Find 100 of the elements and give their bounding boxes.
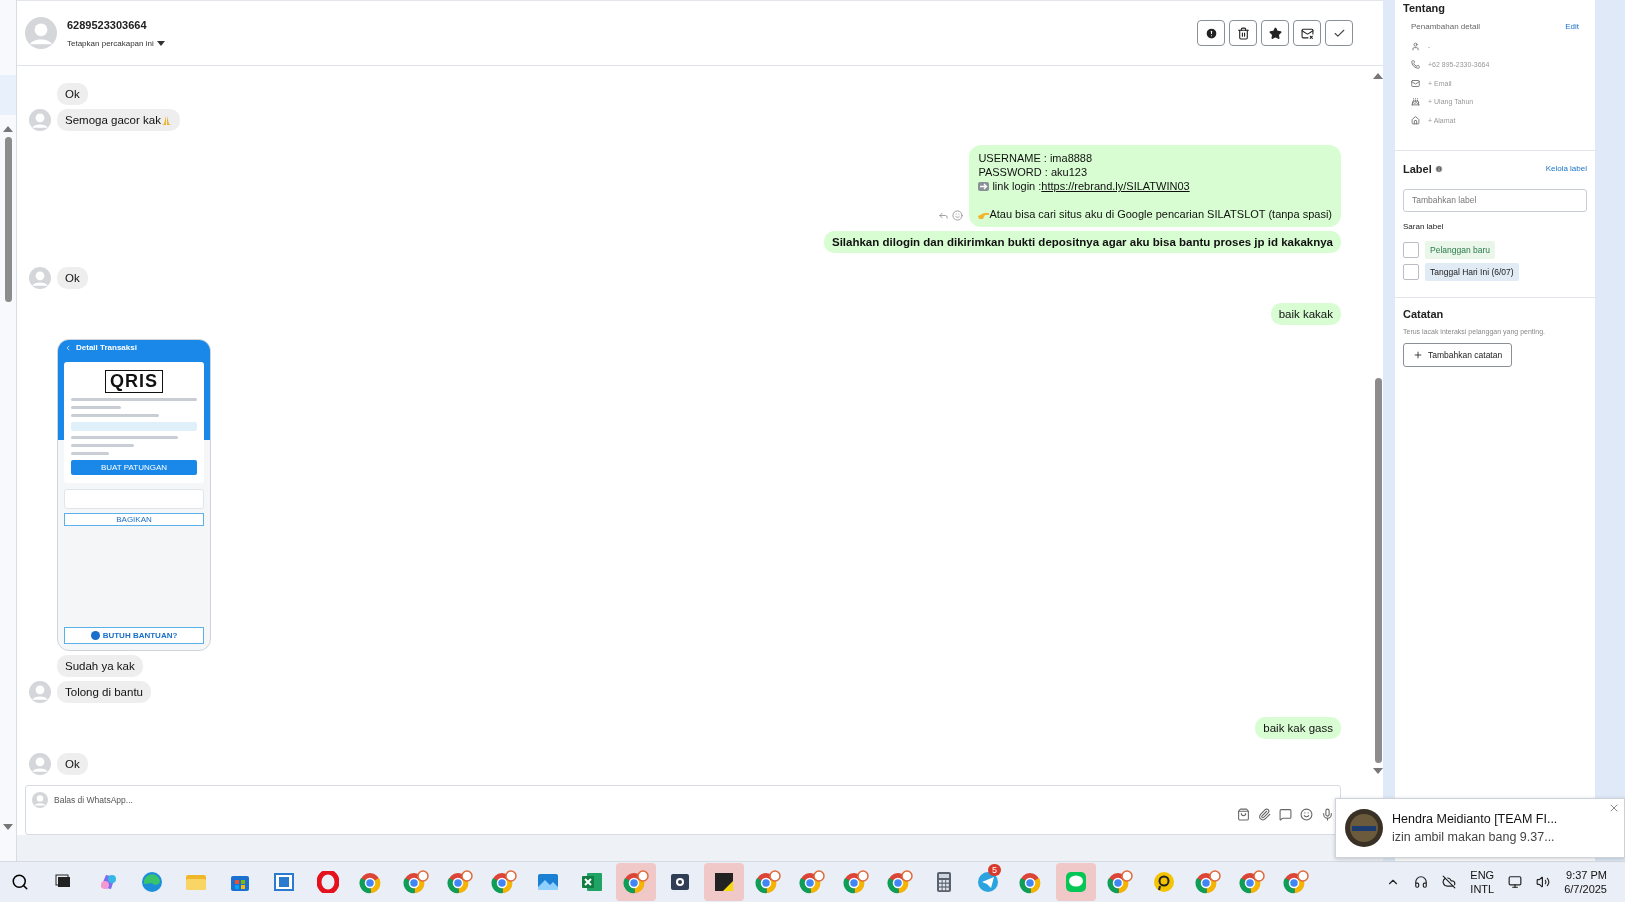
app-icon[interactable]	[1153, 871, 1175, 893]
label-tag[interactable]: Pelanggan baru	[1425, 240, 1496, 259]
chrome-icon[interactable]	[623, 870, 649, 894]
chrome-icon[interactable]	[491, 870, 517, 894]
notification-count: 5	[988, 864, 1001, 876]
window-icon[interactable]	[273, 871, 295, 893]
close-icon[interactable]	[1608, 802, 1620, 814]
label-checkbox[interactable]	[1403, 241, 1419, 258]
chrome-icon[interactable]	[755, 870, 781, 894]
telegram-icon[interactable]	[977, 871, 999, 893]
manage-labels-link[interactable]: Kelola label	[1545, 164, 1587, 173]
star-button[interactable]	[1261, 20, 1289, 46]
assign-dropdown[interactable]: Tetapkan percakapan ini	[67, 38, 165, 48]
paperclip-icon[interactable]	[1258, 808, 1271, 821]
clock[interactable]: 9:37 PM 6/7/2025	[1564, 868, 1607, 896]
chrome-icon[interactable]	[1107, 870, 1133, 894]
chat-icon[interactable]	[1279, 808, 1292, 821]
label-input[interactable]: Tambahkan label	[1403, 188, 1587, 212]
avatar-icon	[29, 681, 51, 703]
star-icon	[1268, 26, 1282, 40]
chrome-icon[interactable]	[1239, 870, 1265, 894]
avatar-icon	[29, 753, 51, 775]
badge-logo-icon	[1344, 808, 1384, 848]
chrome-icon[interactable]	[447, 870, 473, 894]
section-title: Tentang	[1403, 2, 1446, 14]
microphone-icon[interactable]	[1321, 808, 1334, 821]
edit-link[interactable]: Edit	[1565, 22, 1579, 31]
app-icon[interactable]	[669, 871, 691, 893]
scroll-down-icon[interactable]	[3, 823, 13, 831]
scroll-up-icon[interactable]	[3, 125, 13, 133]
scrollbar-thumb[interactable]	[4, 137, 12, 302]
message-bubble: Semoga gacor kak	[57, 109, 180, 131]
screenshot-help: BUTUH BANTUAN?	[64, 627, 204, 644]
section-subtitle: Penambahan detail	[1411, 22, 1480, 31]
message-bubble: baik kakak	[1270, 303, 1341, 325]
arrow-icon	[978, 181, 990, 191]
cake-icon	[1411, 97, 1420, 107]
caret-icon	[156, 40, 165, 46]
message-line: USERNAME : ima8888	[978, 151, 1093, 165]
screenshot-share: BAGIKAN	[64, 513, 204, 526]
network-icon[interactable]	[1508, 875, 1523, 889]
chrome-icon[interactable]	[1195, 870, 1221, 894]
mail-icon	[1411, 78, 1420, 88]
cloud-off-icon[interactable]	[1442, 875, 1457, 889]
language-indicator[interactable]: ENG INTL	[1470, 868, 1495, 896]
alert-button[interactable]	[1197, 20, 1225, 46]
spreadsheet-icon[interactable]	[581, 871, 603, 893]
plus-icon	[1413, 349, 1423, 360]
delete-button[interactable]	[1229, 20, 1257, 46]
avatar-icon	[32, 792, 48, 808]
search-icon[interactable]	[11, 873, 29, 891]
avatar-icon	[29, 109, 51, 131]
scroll-up-icon[interactable]	[1373, 72, 1383, 80]
mail-button[interactable]	[1293, 20, 1321, 46]
emoji-icon[interactable]	[1300, 808, 1313, 821]
redacted-line	[71, 452, 109, 455]
taskbar-button[interactable]	[704, 863, 744, 901]
screenshot-title: Detail Transaksi	[76, 343, 137, 352]
message-bubble: baik kak gass	[1255, 717, 1341, 739]
sticky-note-icon[interactable]	[713, 871, 735, 893]
suggestion-title: Saran label	[1403, 221, 1445, 231]
reply-icon[interactable]	[938, 210, 950, 221]
avatar-icon	[29, 267, 51, 289]
person-icon	[1411, 41, 1420, 51]
label-checkbox[interactable]	[1403, 263, 1419, 280]
headset-icon[interactable]	[1414, 875, 1429, 889]
transaction-screenshot[interactable]: Detail Transaksi QRIS BUAT PATUNGAN BAGIKAN BUTUH BANTUAN?	[57, 339, 211, 651]
chrome-icon[interactable]	[403, 870, 429, 894]
section-title: Catatan	[1403, 307, 1445, 320]
line-app-icon[interactable]	[1065, 871, 1087, 893]
message-bubble: Sudah ya kak	[57, 655, 143, 677]
message-bubble: Ok	[57, 753, 88, 775]
chrome-icon[interactable]	[843, 870, 869, 894]
message-bubble: Ok	[57, 83, 88, 105]
alert-icon	[1204, 26, 1218, 40]
taskbar-button[interactable]: 5	[968, 863, 1008, 901]
scroll-down-icon[interactable]	[1373, 767, 1383, 775]
photos-icon[interactable]	[537, 871, 559, 893]
label-tag[interactable]: Tanggal Hari Ini (6/07)	[1425, 262, 1519, 281]
redacted-line	[71, 406, 122, 409]
bag-icon[interactable]	[1237, 808, 1250, 821]
chrome-icon[interactable]	[799, 870, 825, 894]
section-title: Label	[1403, 162, 1432, 175]
screenshot-button: BUAT PATUNGAN	[71, 460, 197, 475]
info-icon[interactable]	[1434, 164, 1443, 173]
chrome-icon[interactable]	[1283, 870, 1309, 894]
notification-toast[interactable]: Hendra Meidianto [TEAM FI... izin ambil makan bang 9.37...	[1335, 798, 1625, 858]
reply-composer[interactable]: Balas di WhatsApp...	[25, 785, 1341, 835]
speaker-icon[interactable]	[1536, 875, 1551, 889]
message-bubble: Ok	[57, 267, 88, 289]
redacted-line	[71, 444, 134, 447]
avatar-icon	[25, 17, 57, 49]
browser-icon[interactable]	[141, 871, 163, 893]
phone-icon	[1411, 60, 1420, 70]
add-note-button[interactable]: Tambahkan catatan	[1403, 342, 1513, 367]
opera-icon[interactable]	[317, 871, 339, 893]
message-line: PASSWORD : aku123	[978, 165, 1087, 179]
scrollbar-thumb[interactable]	[1374, 378, 1382, 763]
login-link[interactable]: https://rebrand.ly/SILATWIN03	[1041, 179, 1190, 193]
chrome-icon[interactable]	[887, 870, 913, 894]
